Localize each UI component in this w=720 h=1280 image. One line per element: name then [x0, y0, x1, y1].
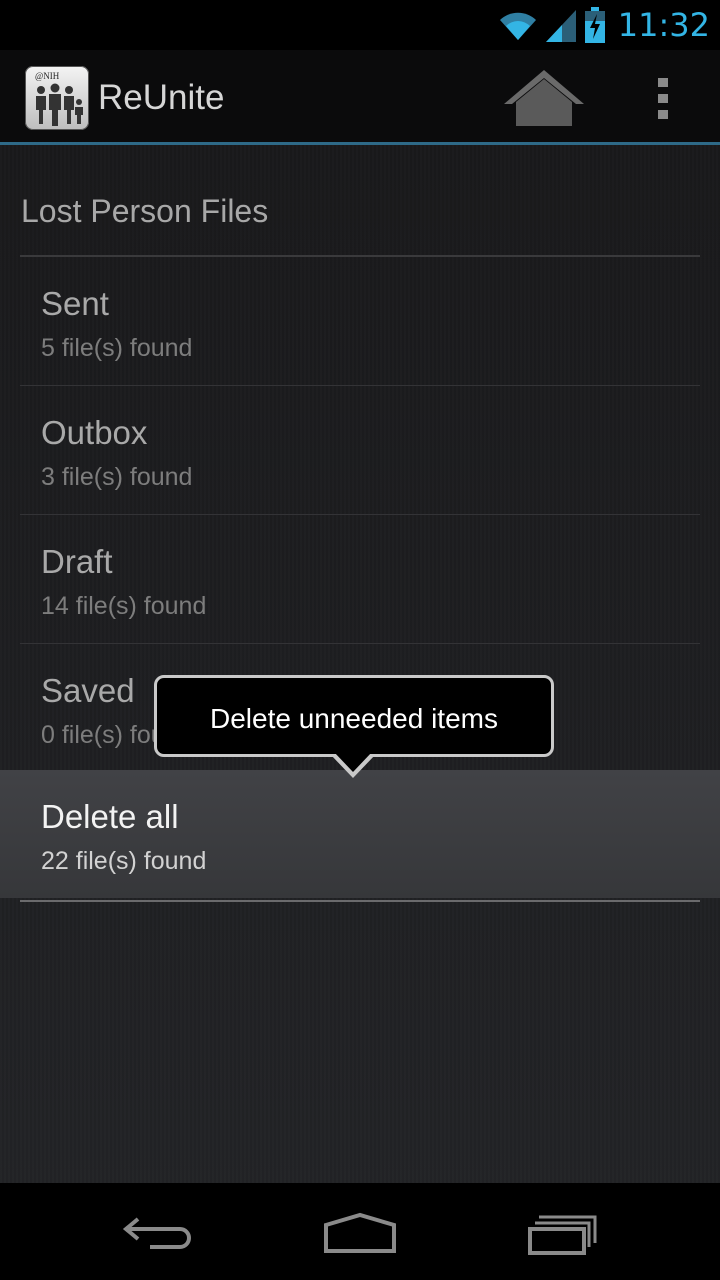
status-icons: 11:32 — [498, 6, 710, 44]
item-subtitle: 14 file(s) found — [41, 592, 207, 620]
section-title: Lost Person Files — [21, 193, 269, 229]
item-title: Outbox — [41, 414, 148, 451]
back-icon — [122, 1217, 191, 1249]
item-title: Draft — [41, 543, 113, 580]
signal-icon — [545, 10, 576, 42]
recent-apps-icon — [528, 1215, 597, 1255]
item-title: Delete all — [41, 798, 179, 835]
wifi-icon — [499, 12, 536, 41]
item-subtitle: 5 file(s) found — [41, 334, 193, 362]
item-subtitle: 3 file(s) found — [41, 463, 193, 491]
overflow-menu-button[interactable] — [650, 74, 678, 124]
tooltip-arrow-fill — [334, 752, 372, 772]
home-nav-icon — [324, 1212, 396, 1253]
status-bar: 11:32 — [0, 0, 720, 50]
recent-apps-button[interactable] — [525, 1207, 605, 1257]
back-button[interactable] — [120, 1207, 200, 1257]
list-item-delete-all[interactable]: Delete all 22 file(s) found — [0, 770, 720, 898]
navigation-bar — [0, 1183, 720, 1280]
action-bar: @NIH ReUnite — [0, 50, 720, 145]
home-nav-button[interactable] — [320, 1207, 400, 1257]
list-divider — [20, 900, 700, 902]
app-icon[interactable]: @NIH — [25, 66, 89, 130]
item-title: Sent — [41, 285, 109, 322]
tooltip: Delete unneeded items — [154, 675, 554, 757]
home-icon — [504, 70, 584, 126]
overflow-menu-icon — [658, 78, 668, 119]
battery-charging-icon — [584, 7, 605, 43]
home-button[interactable] — [500, 66, 588, 130]
clock: 11:32 — [617, 6, 710, 44]
svg-text:@NIH: @NIH — [35, 71, 60, 81]
list-item-sent[interactable]: Sent 5 file(s) found — [20, 257, 700, 386]
list-item-draft[interactable]: Draft 14 file(s) found — [20, 515, 700, 644]
content-area: Lost Person Files Sent 5 file(s) found O… — [0, 145, 720, 1183]
list-item-outbox[interactable]: Outbox 3 file(s) found — [20, 386, 700, 515]
item-subtitle: 22 file(s) found — [41, 847, 207, 875]
app-title: ReUnite — [98, 78, 225, 117]
item-title: Saved — [41, 672, 135, 709]
